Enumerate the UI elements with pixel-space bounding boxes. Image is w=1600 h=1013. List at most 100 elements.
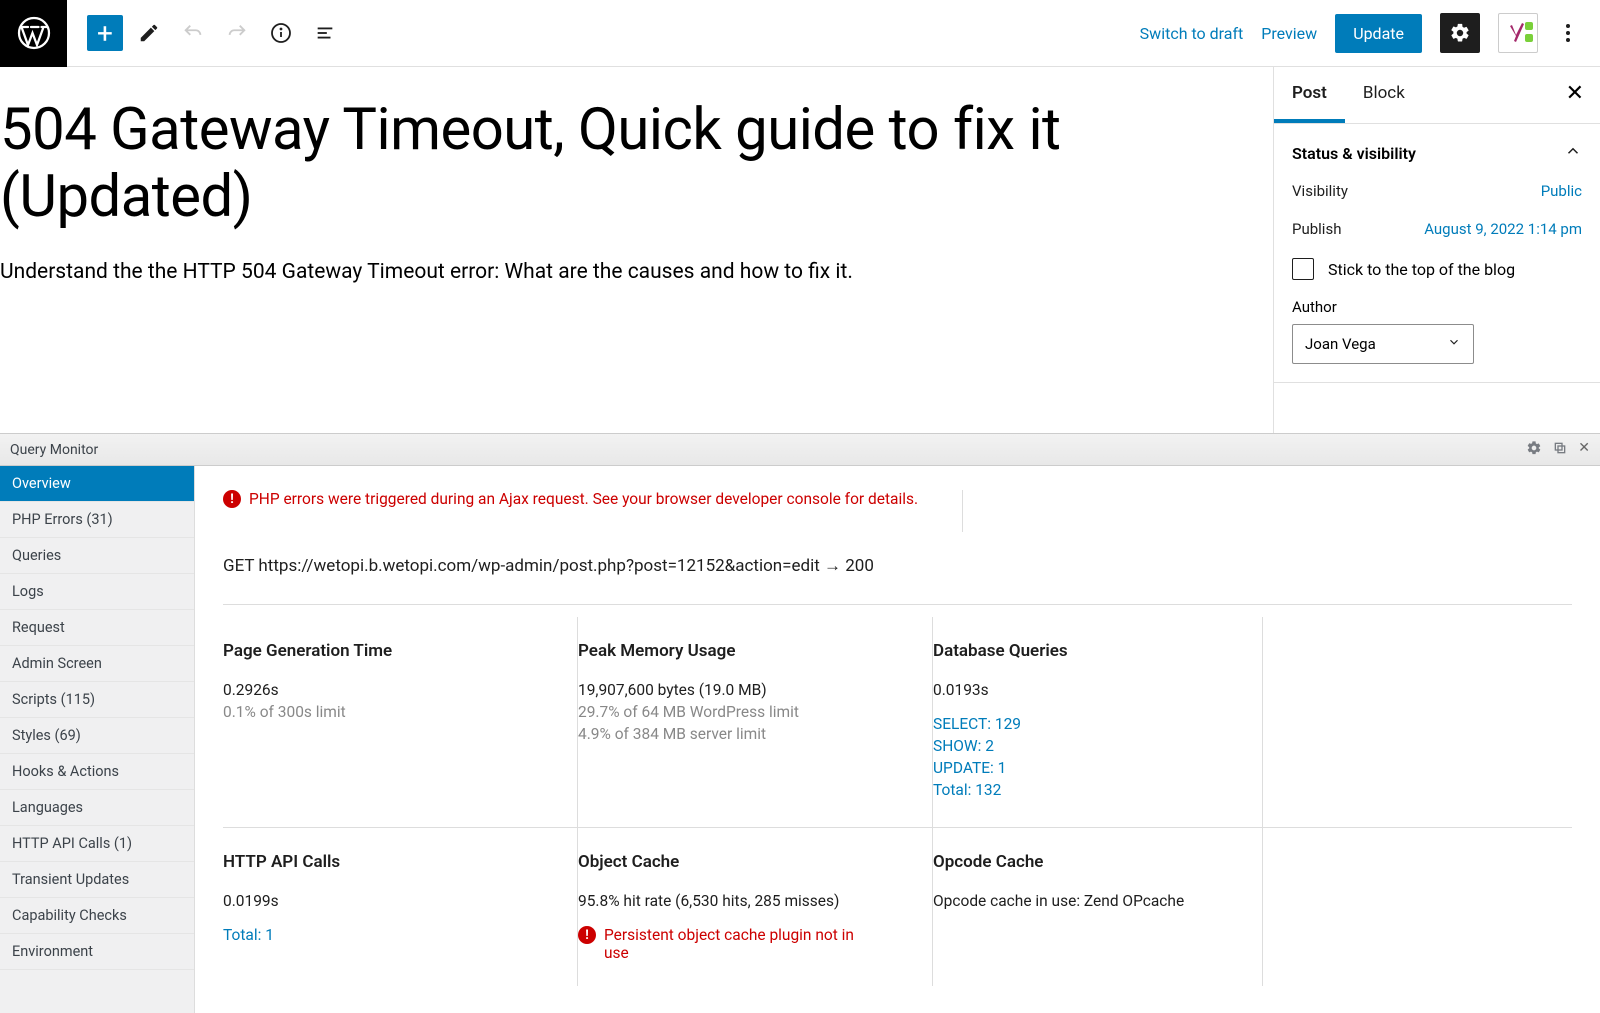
edit-tool-icon[interactable] — [131, 15, 167, 51]
qm-popout-icon[interactable] — [1552, 440, 1568, 460]
post-excerpt[interactable]: Understand the the HTTP 504 Gateway Time… — [0, 260, 1273, 284]
panel-body: Visibility Public Publish August 9, 2022… — [1274, 182, 1600, 382]
card-sub: 29.7% of 64 MB WordPress limit — [578, 703, 908, 721]
card-title: HTTP API Calls — [223, 852, 553, 872]
db-select-link[interactable]: SELECT: 129 — [933, 715, 1238, 733]
qm-cell-opcode: Opcode Cache Opcode cache in use: Zend O… — [933, 828, 1263, 986]
tab-post[interactable]: Post — [1274, 67, 1345, 123]
preview-button[interactable]: Preview — [1261, 24, 1317, 43]
redo-icon[interactable] — [219, 15, 255, 51]
qm-cell-object-cache: Object Cache 95.8% hit rate (6,530 hits,… — [578, 828, 933, 986]
card-error: ! Persistent object cache plugin not in … — [578, 926, 908, 962]
card-value: Opcode cache in use: Zend OPcache — [933, 892, 1238, 910]
close-sidebar-icon[interactable]: ✕ — [1566, 81, 1584, 106]
db-show-link[interactable]: SHOW: 2 — [933, 737, 1238, 755]
qm-nav-environment[interactable]: Environment — [0, 934, 194, 970]
card-value: 0.2926s — [223, 681, 553, 699]
publish-value[interactable]: August 9, 2022 1:14 pm — [1424, 220, 1582, 238]
qm-body: Overview PHP Errors (31) Queries Logs Re… — [0, 466, 1600, 1013]
db-total-link[interactable]: Total: 132 — [933, 781, 1238, 799]
qm-sidebar: Overview PHP Errors (31) Queries Logs Re… — [0, 466, 195, 1013]
qm-close-icon[interactable]: ✕ — [1578, 440, 1590, 460]
qm-cell-empty — [1263, 828, 1572, 986]
sticky-checkbox[interactable] — [1292, 258, 1314, 280]
publish-label: Publish — [1292, 220, 1341, 238]
settings-sidebar: Post Block ✕ Status & visibility Visibil… — [1273, 67, 1600, 437]
card-title: Object Cache — [578, 852, 908, 872]
card-value: 0.0193s — [933, 681, 1238, 699]
panel-title: Status & visibility — [1292, 144, 1416, 163]
qm-nav-hooks[interactable]: Hooks & Actions — [0, 754, 194, 790]
qm-nav-scripts[interactable]: Scripts (115) — [0, 682, 194, 718]
qm-content: ! PHP errors were triggered during an Aj… — [195, 466, 1600, 1013]
switch-draft-button[interactable]: Switch to draft — [1140, 24, 1244, 43]
qm-alert: ! PHP errors were triggered during an Aj… — [223, 490, 963, 532]
chevron-up-icon — [1564, 142, 1582, 164]
editor-topbar: + Switch to draft Preview Update — [0, 0, 1600, 67]
outline-icon[interactable] — [307, 15, 343, 51]
qm-stats-grid-2: HTTP API Calls 0.0199s Total: 1 Object C… — [223, 827, 1572, 986]
card-title: Database Queries — [933, 641, 1238, 661]
update-button[interactable]: Update — [1335, 14, 1422, 53]
editor-main[interactable]: 504 Gateway Timeout, Quick guide to fix … — [0, 67, 1273, 437]
qm-header[interactable]: Query Monitor ✕ — [0, 434, 1600, 466]
card-title: Opcode Cache — [933, 852, 1238, 872]
db-update-link[interactable]: UPDATE: 1 — [933, 759, 1238, 777]
undo-icon[interactable] — [175, 15, 211, 51]
visibility-row: Visibility Public — [1292, 182, 1582, 200]
qm-cell-empty — [1263, 617, 1572, 827]
sticky-row: Stick to the top of the blog — [1292, 258, 1582, 280]
sticky-label: Stick to the top of the blog — [1328, 260, 1515, 279]
qm-cell-db: Database Queries 0.0193s SELECT: 129 SHO… — [933, 617, 1263, 827]
qm-title: Query Monitor — [10, 442, 98, 458]
qm-nav-styles[interactable]: Styles (69) — [0, 718, 194, 754]
qm-header-icons: ✕ — [1526, 440, 1590, 460]
qm-nav-capability[interactable]: Capability Checks — [0, 898, 194, 934]
qm-stats-grid: Page Generation Time 0.2926s 0.1% of 300… — [223, 617, 1572, 827]
alert-icon: ! — [578, 926, 596, 944]
card-sub: 4.9% of 384 MB server limit — [578, 725, 908, 743]
qm-nav-admin-screen[interactable]: Admin Screen — [0, 646, 194, 682]
settings-icon[interactable] — [1440, 13, 1480, 53]
card-title: Peak Memory Usage — [578, 641, 908, 661]
add-block-button[interactable]: + — [87, 15, 123, 51]
wordpress-logo[interactable] — [0, 0, 67, 67]
tab-block[interactable]: Block — [1345, 67, 1423, 123]
qm-request-url: GET https://wetopi.b.wetopi.com/wp-admin… — [223, 556, 1572, 605]
sidebar-tabs: Post Block ✕ — [1274, 67, 1600, 124]
info-icon[interactable] — [263, 15, 299, 51]
author-value: Joan Vega — [1305, 335, 1376, 353]
qm-nav-logs[interactable]: Logs — [0, 574, 194, 610]
qm-cell-memory: Peak Memory Usage 19,907,600 bytes (19.0… — [578, 617, 933, 827]
card-value: 95.8% hit rate (6,530 hits, 285 misses) — [578, 892, 908, 910]
qm-nav-php-errors[interactable]: PHP Errors (31) — [0, 502, 194, 538]
chevron-down-icon — [1447, 335, 1461, 353]
panel-header[interactable]: Status & visibility — [1274, 124, 1600, 182]
author-label: Author — [1292, 298, 1582, 316]
qm-gear-icon[interactable] — [1526, 440, 1542, 460]
qm-nav-request[interactable]: Request — [0, 610, 194, 646]
qm-cell-http: HTTP API Calls 0.0199s Total: 1 — [223, 828, 578, 986]
post-title[interactable]: 504 Gateway Timeout, Quick guide to fix … — [0, 97, 1273, 230]
topbar-tools: + — [67, 15, 343, 51]
qm-alert-text: PHP errors were triggered during an Ajax… — [249, 490, 918, 508]
qm-nav-languages[interactable]: Languages — [0, 790, 194, 826]
qm-nav-http-api[interactable]: HTTP API Calls (1) — [0, 826, 194, 862]
visibility-value[interactable]: Public — [1541, 182, 1582, 200]
publish-row: Publish August 9, 2022 1:14 pm — [1292, 220, 1582, 238]
card-value: 0.0199s — [223, 892, 553, 910]
visibility-label: Visibility — [1292, 182, 1348, 200]
card-title: Page Generation Time — [223, 641, 553, 661]
card-value: 19,907,600 bytes (19.0 MB) — [578, 681, 908, 699]
qm-nav-overview[interactable]: Overview — [0, 466, 194, 502]
author-select[interactable]: Joan Vega — [1292, 324, 1474, 364]
status-visibility-panel: Status & visibility Visibility Public Pu… — [1274, 124, 1600, 383]
yoast-icon[interactable] — [1498, 13, 1538, 53]
alert-icon: ! — [223, 490, 241, 508]
http-total-link[interactable]: Total: 1 — [223, 926, 553, 944]
qm-nav-transient[interactable]: Transient Updates — [0, 862, 194, 898]
more-options-icon[interactable] — [1556, 14, 1580, 52]
qm-nav-queries[interactable]: Queries — [0, 538, 194, 574]
card-sub: 0.1% of 300s limit — [223, 703, 553, 721]
topbar-actions: Switch to draft Preview Update — [1140, 13, 1600, 53]
